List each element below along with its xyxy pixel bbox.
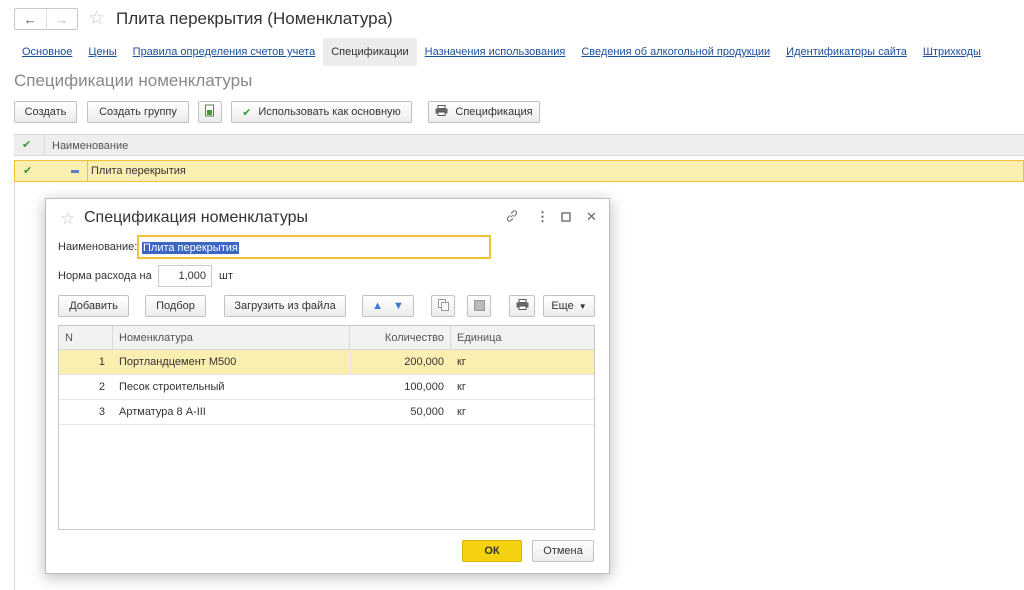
norm-label: Норма расхода на: [58, 270, 152, 282]
section-title: Спецификации номенклатуры: [14, 71, 253, 90]
checkmark-icon: ✔: [22, 139, 32, 151]
tab-prices[interactable]: Цены: [80, 38, 124, 66]
move-down-icon[interactable]: ▼: [393, 300, 404, 312]
move-up-icon[interactable]: ▲: [372, 300, 383, 312]
row-unit: кг: [457, 406, 466, 418]
column-header-name: Наименование: [52, 140, 129, 152]
more-label: Еще: [551, 300, 574, 312]
use-as-main-button[interactable]: ✔ Использовать как основную: [231, 101, 412, 123]
copy-doc-button[interactable]: [198, 101, 222, 123]
tab-specifications[interactable]: Спецификации: [323, 38, 417, 66]
copy-row-button[interactable]: [431, 295, 455, 317]
norm-quantity-field[interactable]: 1,000: [158, 265, 212, 287]
move-buttons: ▲ ▼: [362, 295, 414, 317]
page-title: Плита перекрытия (Номенклатура): [116, 9, 393, 28]
close-icon[interactable]: ✕: [586, 209, 597, 225]
list-header: ✔ Наименование: [14, 134, 1024, 156]
tab-barcodes[interactable]: Штрихкоды: [915, 38, 989, 66]
specification-label: Спецификация: [455, 106, 533, 118]
row-item: Песок строительный: [119, 381, 225, 393]
column-header-qty: Количество: [350, 326, 451, 350]
row-quantity: 50,000: [410, 406, 444, 418]
more-button[interactable]: Еще ▼: [543, 295, 595, 317]
tab-main[interactable]: Основное: [14, 38, 80, 66]
row-number: 3: [98, 406, 105, 418]
green-doc-icon: [204, 104, 216, 120]
paste-row-button[interactable]: [467, 295, 491, 317]
column-divider: [44, 135, 45, 155]
paste-icon: [473, 299, 485, 314]
row-unit: кг: [457, 356, 466, 368]
row-quantity: 100,000: [404, 381, 444, 393]
back-arrow-icon[interactable]: ←: [15, 9, 46, 29]
specification-print-button[interactable]: Спецификация: [428, 101, 540, 123]
load-from-file-button[interactable]: Загрузить из файла: [224, 295, 346, 317]
ok-button[interactable]: ОК: [462, 540, 522, 562]
link-icon[interactable]: [505, 209, 519, 226]
add-button[interactable]: Добавить: [58, 295, 129, 317]
name-label: Наименование:: [58, 241, 138, 253]
row-item: Артматура 8 A-III: [119, 406, 206, 418]
create-group-button[interactable]: Создать группу: [87, 101, 189, 123]
copy-icon: [437, 298, 449, 314]
favorite-star-icon[interactable]: ☆: [60, 209, 75, 229]
tab-alcohol-info[interactable]: Сведения об алкогольной продукции: [573, 38, 778, 66]
name-field-value: Плита перекрытия: [142, 242, 239, 254]
column-header-item: Номенклатура: [113, 326, 350, 350]
forward-arrow-icon[interactable]: →: [45, 9, 78, 29]
printer-icon: [435, 105, 448, 119]
cell-focus-frame: [87, 160, 1024, 182]
chevron-down-icon: ▼: [578, 301, 587, 311]
cancel-button[interactable]: Отмена: [532, 540, 594, 562]
printer-icon: [516, 299, 529, 313]
maximize-icon[interactable]: [561, 209, 571, 225]
print-button[interactable]: [509, 295, 535, 317]
norm-unit: шт: [219, 270, 233, 282]
item-marker-icon: [71, 170, 79, 173]
specification-dialog: ☆ Спецификация номенклатуры ⋮ ✕ Наименов…: [45, 198, 610, 574]
checkmark-icon: ✔: [23, 165, 33, 177]
row-unit: кг: [457, 381, 466, 393]
tab-bar: Основное Цены Правила определения счетов…: [14, 38, 989, 66]
row-number: 1: [98, 356, 105, 368]
list-row-name: Плита перекрытия: [91, 165, 186, 177]
row-number: 2: [98, 381, 105, 393]
name-field[interactable]: Плита перекрытия: [137, 235, 491, 259]
use-as-main-label: Использовать как основную: [258, 106, 401, 118]
dialog-title: Спецификация номенклатуры: [84, 209, 309, 226]
more-options-icon[interactable]: ⋮: [536, 209, 549, 225]
table-row[interactable]: 3 Артматура 8 A-III 50,000 кг: [59, 400, 594, 425]
pick-button[interactable]: Подбор: [145, 295, 206, 317]
column-header-unit: Единица: [451, 326, 594, 350]
tab-site-identifiers[interactable]: Идентификаторы сайта: [778, 38, 915, 66]
row-item: Портландцемент М500: [119, 356, 237, 368]
specification-table: N Номенклатура Количество Единица 1 Порт…: [58, 325, 595, 530]
create-button[interactable]: Создать: [14, 101, 77, 123]
table-row[interactable]: 2 Песок строительный 100,000 кг: [59, 375, 594, 400]
favorite-star-icon[interactable]: ☆: [88, 9, 105, 28]
checkmark-icon: ✔: [242, 106, 252, 119]
table-row[interactable]: 1 Портландцемент М500 200,000 кг: [59, 350, 594, 375]
divider: [14, 182, 15, 590]
tab-usage-purposes[interactable]: Назначения использования: [417, 38, 574, 66]
list-row[interactable]: ✔ Плита перекрытия: [14, 160, 1024, 182]
nav-buttons: ← →: [14, 8, 78, 30]
tab-accounting-rules[interactable]: Правила определения счетов учета: [125, 38, 324, 66]
row-quantity: 200,000: [404, 356, 444, 368]
column-divider: [350, 350, 351, 374]
column-header-n: N: [59, 326, 113, 350]
